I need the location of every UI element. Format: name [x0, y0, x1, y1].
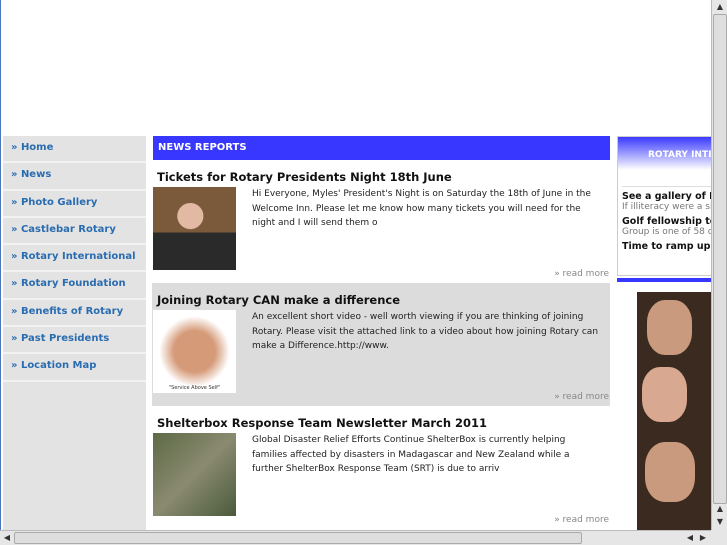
- news-post: Tickets for Rotary Presidents Night 18th…: [152, 160, 610, 283]
- nav-past-presidents[interactable]: » Past Presidents: [3, 327, 146, 355]
- face-photo: [645, 442, 695, 502]
- post-title[interactable]: Shelterbox Response Team Newsletter Marc…: [157, 416, 487, 430]
- face-photo: [647, 300, 692, 355]
- vertical-scrollbar[interactable]: ▲ ▲ ▼: [711, 0, 727, 530]
- feed-item-snippet: If illiteracy were a single: [622, 202, 711, 212]
- feed-header: ROTARY INTERNATIONAL: [618, 137, 711, 170]
- scroll-left-icon[interactable]: ◀: [683, 531, 697, 545]
- feed-item-title[interactable]: Time to ramp up the: [618, 241, 711, 252]
- read-more-link[interactable]: » read more: [554, 392, 609, 402]
- scroll-left-icon[interactable]: ◀: [0, 531, 14, 545]
- image-caption: "Service Above Self": [168, 385, 221, 391]
- feed-item-snippet: Group is one of 58 current: [622, 227, 711, 237]
- post-title[interactable]: Joining Rotary CAN make a difference: [157, 293, 400, 307]
- scroll-up-icon[interactable]: ▲: [713, 0, 727, 14]
- nav-photo-gallery[interactable]: » Photo Gallery: [3, 191, 146, 218]
- scroll-up-icon[interactable]: ▲: [713, 502, 727, 516]
- scrollbar-corner: [711, 530, 727, 545]
- post-excerpt: Global Disaster Relief Efforts Continue …: [252, 435, 570, 474]
- rotary-international-feed: ROTARY INTERNATIONAL See a gallery of Ro…: [617, 136, 711, 276]
- feed-item-title[interactable]: Golf fellowship to tee: [618, 216, 711, 227]
- divider: [622, 186, 711, 187]
- nav-news[interactable]: » News: [3, 163, 146, 191]
- read-more-link[interactable]: » read more: [554, 515, 609, 525]
- post-image-shelterbox: [153, 433, 236, 516]
- nav-rotary-foundation[interactable]: » Rotary Foundation: [3, 272, 146, 300]
- nav-home[interactable]: » Home: [3, 136, 146, 164]
- post-excerpt: Hi Everyone, Myles' President's Night is…: [252, 189, 591, 228]
- nav-location-map[interactable]: » Location Map: [3, 354, 146, 382]
- horizontal-scroll-thumb[interactable]: [14, 532, 582, 544]
- feed-item-title[interactable]: See a gallery of Rotary: [618, 191, 711, 202]
- scroll-right-icon[interactable]: ▶: [696, 531, 710, 545]
- nav-castlebar-rotary[interactable]: » Castlebar Rotary: [3, 218, 146, 246]
- page-viewport: » Home » News » Photo Gallery » Castleba…: [0, 0, 711, 530]
- news-header: NEWS REPORTS: [153, 136, 610, 160]
- face-photo: [642, 367, 687, 422]
- read-more-link[interactable]: » read more: [554, 269, 609, 279]
- news-post: Shelterbox Response Team Newsletter Marc…: [152, 406, 610, 529]
- scroll-down-icon[interactable]: ▼: [713, 515, 727, 529]
- news-section: NEWS REPORTS Tickets for Rotary Presiden…: [152, 136, 610, 529]
- post-excerpt: An excellent short video - well worth vi…: [252, 312, 599, 351]
- post-image-president: [153, 187, 236, 270]
- blue-bar: [617, 278, 711, 282]
- nav-benefits-of-rotary[interactable]: » Benefits of Rotary: [3, 300, 146, 328]
- horizontal-scrollbar[interactable]: ◀ ◀ ▶: [0, 530, 711, 545]
- member-photos: [637, 292, 711, 530]
- post-title[interactable]: Tickets for Rotary Presidents Night 18th…: [157, 170, 452, 184]
- post-image-hands: "Service Above Self": [153, 310, 236, 393]
- nav-rotary-international[interactable]: » Rotary International: [3, 245, 146, 273]
- sidebar-nav: » Home » News » Photo Gallery » Castleba…: [3, 136, 146, 530]
- news-post: Joining Rotary CAN make a difference "Se…: [152, 283, 610, 406]
- vertical-scroll-thumb[interactable]: [713, 14, 727, 504]
